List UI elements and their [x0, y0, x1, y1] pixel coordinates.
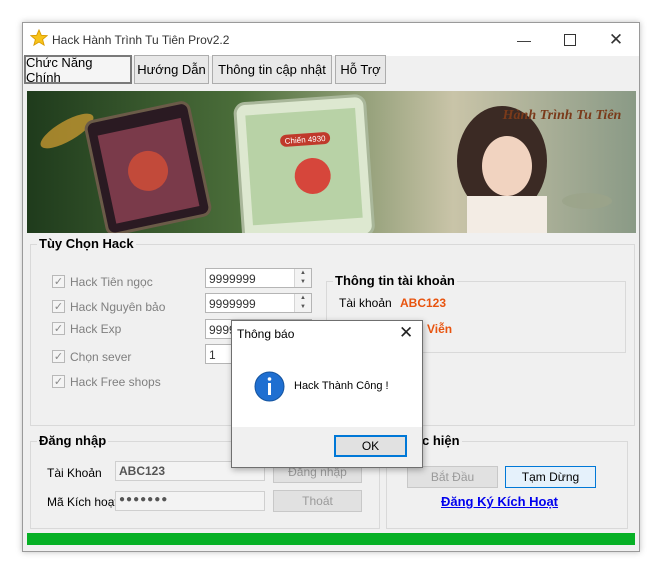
dialog-title: Thông báo [237, 327, 295, 341]
spin-down-icon: ▼ [300, 279, 306, 285]
banner-artwork: Chiến 4930 Hành Trình Tu Tiên [27, 91, 636, 233]
hack-free-shops-label: Hack Free shops [70, 375, 161, 389]
tab-guide[interactable]: Hướng Dẫn [134, 55, 209, 84]
star-icon [30, 29, 48, 47]
maximize-button[interactable] [547, 23, 593, 56]
dialog-ok-button[interactable]: OK [334, 435, 407, 457]
hack-exp-label: Hack Exp [70, 322, 122, 336]
minimize-icon: — [517, 31, 531, 48]
spin-down-icon: ▼ [300, 304, 306, 310]
nguyen-bao-value: 9999999 [209, 297, 256, 311]
tien-ngoc-spinner[interactable]: ▲ ▼ [294, 269, 311, 287]
execute-title: c hiện [420, 433, 462, 448]
account-info-second-value: Viễn [427, 322, 453, 336]
activation-code-field[interactable]: ●●●●●●● [115, 491, 265, 511]
tab-update-info[interactable]: Thông tin cập nhật [212, 55, 332, 84]
progress-bar [27, 533, 635, 545]
info-icon [254, 371, 285, 402]
maximize-icon [564, 33, 576, 46]
choose-server-label: Chọn sever [70, 350, 132, 364]
login-title: Đăng nhập [37, 433, 109, 448]
nguyen-bao-input[interactable]: 9999999 ▲ ▼ [205, 293, 312, 313]
tien-ngoc-value: 9999999 [209, 272, 256, 286]
close-icon: ✕ [399, 323, 414, 342]
dialog-message: Hack Thành Công ! [294, 380, 389, 392]
account-info-title: Thông tin tài khoản [333, 273, 457, 288]
progress-fill [27, 533, 635, 545]
title-bar[interactable]: Hack Hành Trình Tu Tiên Prov2.2 — ✕ [23, 23, 639, 56]
pause-button[interactable]: Tạm Dừng [505, 466, 596, 488]
account-info-label: Tài khoản [339, 296, 392, 310]
hack-tien-ngoc-label: Hack Tiên ngọc [70, 275, 153, 289]
close-icon: ✕ [608, 29, 624, 49]
tien-ngoc-input[interactable]: 9999999 ▲ ▼ [205, 268, 312, 288]
nguyen-bao-spinner[interactable]: ▲ ▼ [294, 294, 311, 312]
start-button[interactable]: Bắt Đầu [407, 466, 498, 488]
tab-support[interactable]: Hỗ Trợ [335, 55, 386, 84]
banner-logo: Hành Trình Tu Tiên [502, 108, 622, 123]
register-activation-link[interactable]: Đăng Ký Kích Hoạt [441, 494, 558, 509]
login-account-label: Tài Khoản [47, 466, 102, 480]
close-button[interactable]: ✕ [593, 23, 639, 56]
account-info-value: ABC123 [400, 296, 447, 310]
spin-up-icon: ▲ [300, 295, 306, 301]
hack-tien-ngoc-checkbox[interactable]: ✓ [52, 275, 65, 288]
server-value: 1 [209, 348, 216, 362]
hack-nguyen-bao-checkbox[interactable]: ✓ [52, 300, 65, 313]
app-window: Hack Hành Trình Tu Tiên Prov2.2 — ✕ Chức… [22, 22, 640, 552]
message-dialog: Thông báo ✕ Hack Thành Công ! OK [231, 320, 423, 468]
tab-main-functions[interactable]: Chức Năng Chính [24, 55, 132, 85]
dialog-close-button[interactable]: ✕ [399, 323, 413, 343]
minimize-button[interactable]: — [501, 23, 547, 56]
spin-up-icon: ▲ [300, 270, 306, 276]
choose-server-checkbox[interactable]: ✓ [52, 350, 65, 363]
activation-code-label: Mã Kích hoạt [47, 495, 118, 509]
hack-options-title: Tùy Chọn Hack [37, 236, 136, 251]
hack-exp-checkbox[interactable]: ✓ [52, 322, 65, 335]
game-banner: Chiến 4930 Hành Trình Tu Tiên [27, 91, 636, 233]
hack-nguyen-bao-label: Hack Nguyên bảo [70, 300, 166, 314]
window-title: Hack Hành Trình Tu Tiên Prov2.2 [52, 33, 230, 47]
exit-button[interactable]: Thoát [273, 490, 362, 512]
hack-free-shops-checkbox[interactable]: ✓ [52, 375, 65, 388]
